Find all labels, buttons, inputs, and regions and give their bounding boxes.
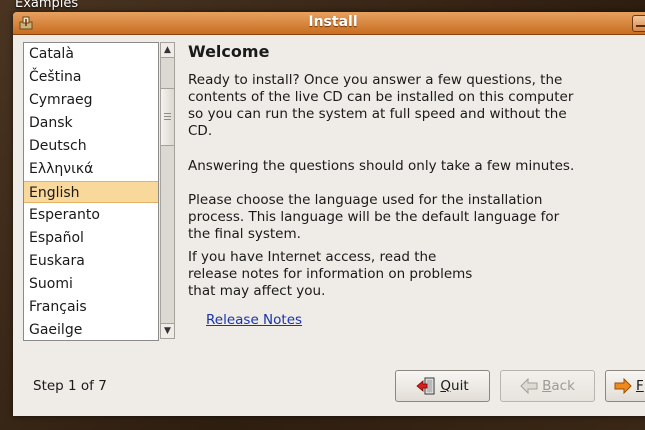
- grip-line: [164, 119, 171, 120]
- forward-button[interactable]: F: [605, 370, 645, 402]
- language-item[interactable]: Esperanto: [24, 204, 158, 226]
- quit-door-icon: [416, 377, 435, 395]
- language-item[interactable]: Ελληνικά: [24, 158, 158, 180]
- language-list-scrollbar[interactable]: ▲ ▼: [160, 42, 175, 339]
- back-mnemonic: B: [542, 378, 552, 394]
- title-bar[interactable]: Install: [13, 12, 645, 35]
- back-arrow-icon: [520, 378, 538, 394]
- scroll-up-icon[interactable]: ▲: [161, 43, 174, 58]
- quit-mnemonic: Q: [440, 378, 452, 394]
- language-item[interactable]: Català: [24, 43, 158, 65]
- minimize-button[interactable]: [632, 15, 645, 32]
- forward-arrow-icon: [614, 378, 632, 394]
- page-title: Welcome: [188, 42, 270, 61]
- language-item[interactable]: Suomi: [24, 273, 158, 295]
- release-notes-link[interactable]: Release Notes: [206, 312, 302, 328]
- language-item[interactable]: Gaeilge: [24, 319, 158, 340]
- back-label: ack: [551, 378, 575, 394]
- language-list[interactable]: Català Čeština Cymraeg Dansk Deutsch Ελληνικά…: [23, 42, 159, 341]
- language-instructions: Please choose the language used for the …: [188, 192, 560, 242]
- install-window: Install Català Čeština Cymraeg Dansk Deutsch…: [13, 12, 645, 416]
- forward-mnemonic: F: [636, 378, 644, 394]
- language-item[interactable]: Français: [24, 296, 158, 318]
- duration-text: Answering the questions should only take…: [188, 158, 575, 174]
- language-item[interactable]: Deutsch: [24, 135, 158, 157]
- language-item[interactable]: Euskara: [24, 250, 158, 272]
- scroll-thumb[interactable]: [161, 88, 174, 146]
- language-item[interactable]: Čeština: [24, 66, 158, 88]
- scroll-down-icon[interactable]: ▼: [161, 323, 174, 338]
- grip-line: [164, 113, 171, 114]
- grip-line: [164, 116, 171, 117]
- language-item[interactable]: English: [24, 181, 158, 203]
- language-item[interactable]: Dansk: [24, 112, 158, 134]
- back-button[interactable]: Back: [500, 370, 595, 402]
- quit-button[interactable]: Quit: [395, 370, 490, 402]
- step-indicator: Step 1 of 7: [33, 378, 107, 394]
- language-item[interactable]: Cymraeg: [24, 89, 158, 111]
- intro-text: Ready to install? Once you answer a few …: [188, 72, 574, 139]
- language-item[interactable]: Español: [24, 227, 158, 249]
- window-title: Install: [308, 14, 358, 30]
- release-notes-info: If you have Internet access, read the re…: [188, 249, 473, 299]
- quit-label: uit: [451, 378, 469, 394]
- desktop-label[interactable]: Examples: [15, 0, 78, 11]
